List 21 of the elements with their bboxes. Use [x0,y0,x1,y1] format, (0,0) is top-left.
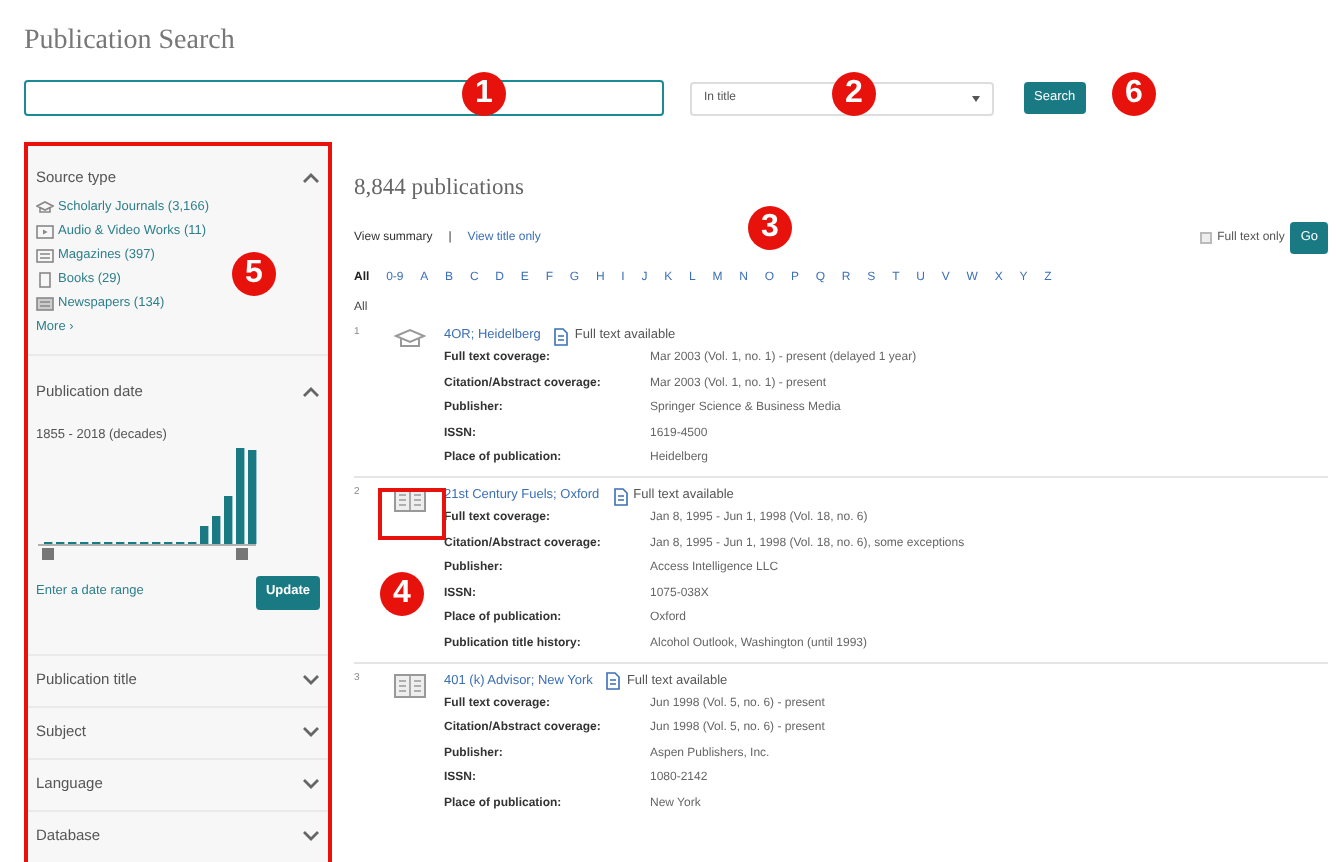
callout-marker: 4 [380,572,424,616]
callout-marker: 3 [748,206,792,250]
caret-icon [972,95,980,101]
mortarboard-icon [393,328,425,351]
document-icon [606,672,621,691]
document-icon [554,327,569,346]
open-book-icon [393,673,425,698]
callout-marker: 2 [832,72,876,116]
video-icon [36,223,54,240]
result-count: 8,844 publications [354,174,526,204]
callout-marker: 1 [462,72,506,116]
full-text-checkbox[interactable] [1199,232,1212,245]
mortarboard-icon [36,199,54,216]
callout-marker: 6 [1112,72,1156,116]
page-title: Publication Search [24,24,237,56]
book-icon [36,271,54,288]
document-icon [613,487,628,506]
search-field[interactable] [24,80,664,116]
magazine-icon [36,247,54,264]
highlight-frame [378,488,446,540]
newspaper-icon [36,295,54,312]
